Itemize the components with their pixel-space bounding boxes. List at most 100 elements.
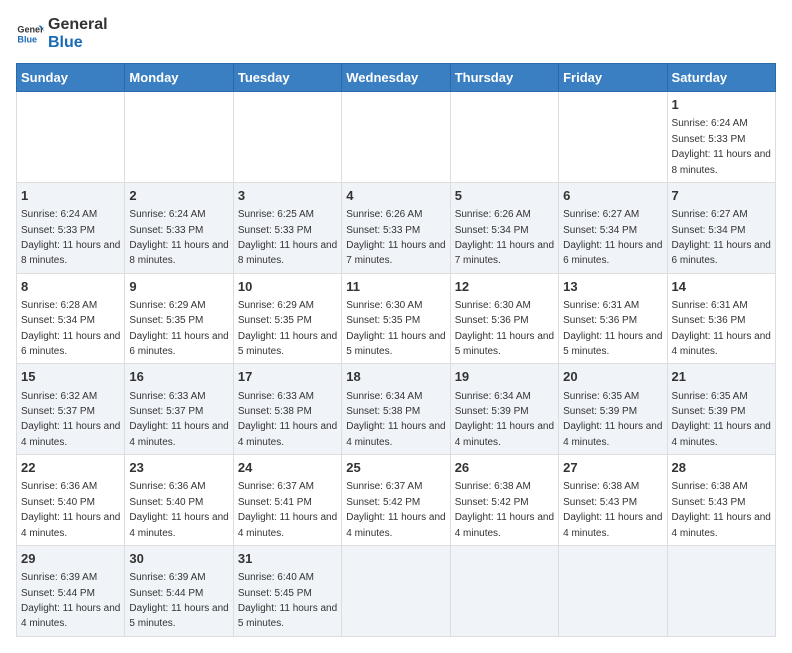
day-number: 10 [238, 278, 337, 296]
day-number: 4 [346, 187, 445, 205]
day-sunset: Sunset: 5:41 PM [238, 497, 312, 508]
day-daylight: Daylight: 11 hours and 4 minutes. [672, 512, 771, 538]
day-number: 25 [346, 459, 445, 477]
day-daylight: Daylight: 11 hours and 5 minutes. [455, 331, 554, 357]
day-sunrise: Sunrise: 6:27 AM [563, 209, 639, 220]
calendar-week-4: 22 Sunrise: 6:36 AM Sunset: 5:40 PM Dayl… [17, 455, 776, 546]
calendar-cell: 28 Sunrise: 6:38 AM Sunset: 5:43 PM Dayl… [667, 455, 775, 546]
day-number: 22 [21, 459, 120, 477]
day-sunrise: Sunrise: 6:26 AM [346, 209, 422, 220]
calendar-cell: 13 Sunrise: 6:31 AM Sunset: 5:36 PM Dayl… [559, 273, 667, 364]
calendar-cell: 5 Sunrise: 6:26 AM Sunset: 5:34 PM Dayli… [450, 182, 558, 273]
day-number: 9 [129, 278, 228, 296]
calendar-cell: 20 Sunrise: 6:35 AM Sunset: 5:39 PM Dayl… [559, 364, 667, 455]
day-number: 7 [672, 187, 771, 205]
day-number: 27 [563, 459, 662, 477]
calendar-cell: 31 Sunrise: 6:40 AM Sunset: 5:45 PM Dayl… [233, 545, 341, 636]
day-sunset: Sunset: 5:34 PM [455, 225, 529, 236]
day-daylight: Daylight: 11 hours and 5 minutes. [238, 603, 337, 629]
day-sunset: Sunset: 5:39 PM [455, 406, 529, 417]
calendar-cell: 29 Sunrise: 6:39 AM Sunset: 5:44 PM Dayl… [17, 545, 125, 636]
day-sunset: Sunset: 5:35 PM [129, 315, 203, 326]
day-daylight: Daylight: 11 hours and 6 minutes. [129, 331, 228, 357]
day-sunrise: Sunrise: 6:38 AM [672, 481, 748, 492]
calendar-cell: 22 Sunrise: 6:36 AM Sunset: 5:40 PM Dayl… [17, 455, 125, 546]
day-sunset: Sunset: 5:33 PM [129, 225, 203, 236]
day-number: 13 [563, 278, 662, 296]
day-daylight: Daylight: 11 hours and 6 minutes. [563, 240, 662, 266]
day-daylight: Daylight: 11 hours and 8 minutes. [21, 240, 120, 266]
day-number: 21 [672, 368, 771, 386]
calendar-cell: 23 Sunrise: 6:36 AM Sunset: 5:40 PM Dayl… [125, 455, 233, 546]
calendar-cell: 15 Sunrise: 6:32 AM Sunset: 5:37 PM Dayl… [17, 364, 125, 455]
day-sunrise: Sunrise: 6:30 AM [455, 300, 531, 311]
day-daylight: Daylight: 11 hours and 6 minutes. [21, 331, 120, 357]
day-sunset: Sunset: 5:33 PM [21, 225, 95, 236]
day-sunset: Sunset: 5:40 PM [21, 497, 95, 508]
calendar-cell: 19 Sunrise: 6:34 AM Sunset: 5:39 PM Dayl… [450, 364, 558, 455]
calendar-cell [342, 92, 450, 183]
calendar-cell [342, 545, 450, 636]
day-sunrise: Sunrise: 6:31 AM [563, 300, 639, 311]
day-number: 1 [672, 96, 771, 114]
day-number: 19 [455, 368, 554, 386]
day-sunset: Sunset: 5:33 PM [346, 225, 420, 236]
day-sunset: Sunset: 5:39 PM [672, 406, 746, 417]
day-sunrise: Sunrise: 6:34 AM [455, 391, 531, 402]
day-sunrise: Sunrise: 6:24 AM [21, 209, 97, 220]
calendar-cell [450, 92, 558, 183]
day-number: 15 [21, 368, 120, 386]
calendar-week-1: 1 Sunrise: 6:24 AM Sunset: 5:33 PM Dayli… [17, 182, 776, 273]
day-number: 1 [21, 187, 120, 205]
day-daylight: Daylight: 11 hours and 4 minutes. [455, 512, 554, 538]
calendar-cell: 12 Sunrise: 6:30 AM Sunset: 5:36 PM Dayl… [450, 273, 558, 364]
day-sunset: Sunset: 5:43 PM [563, 497, 637, 508]
day-number: 8 [21, 278, 120, 296]
day-number: 28 [672, 459, 771, 477]
day-sunset: Sunset: 5:37 PM [129, 406, 203, 417]
day-sunset: Sunset: 5:33 PM [672, 134, 746, 145]
day-daylight: Daylight: 11 hours and 5 minutes. [129, 603, 228, 629]
day-daylight: Daylight: 11 hours and 6 minutes. [672, 240, 771, 266]
day-sunset: Sunset: 5:42 PM [455, 497, 529, 508]
logo-blue: Blue [48, 34, 108, 52]
header-wednesday: Wednesday [342, 64, 450, 92]
day-sunset: Sunset: 5:40 PM [129, 497, 203, 508]
calendar-cell: 14 Sunrise: 6:31 AM Sunset: 5:36 PM Dayl… [667, 273, 775, 364]
day-number: 29 [21, 550, 120, 568]
logo-general: General [48, 16, 108, 34]
day-number: 23 [129, 459, 228, 477]
day-number: 11 [346, 278, 445, 296]
calendar-cell [450, 545, 558, 636]
calendar-week-0: 1 Sunrise: 6:24 AM Sunset: 5:33 PM Dayli… [17, 92, 776, 183]
day-sunrise: Sunrise: 6:35 AM [672, 391, 748, 402]
day-sunset: Sunset: 5:44 PM [21, 588, 95, 599]
calendar-cell [559, 545, 667, 636]
logo-icon: General Blue [16, 20, 44, 48]
logo: General Blue General Blue [16, 16, 108, 51]
day-sunrise: Sunrise: 6:38 AM [455, 481, 531, 492]
day-sunset: Sunset: 5:39 PM [563, 406, 637, 417]
day-daylight: Daylight: 11 hours and 4 minutes. [238, 512, 337, 538]
calendar-cell: 3 Sunrise: 6:25 AM Sunset: 5:33 PM Dayli… [233, 182, 341, 273]
day-sunset: Sunset: 5:38 PM [238, 406, 312, 417]
day-number: 20 [563, 368, 662, 386]
day-sunrise: Sunrise: 6:37 AM [238, 481, 314, 492]
calendar-cell: 6 Sunrise: 6:27 AM Sunset: 5:34 PM Dayli… [559, 182, 667, 273]
day-number: 14 [672, 278, 771, 296]
calendar-cell [233, 92, 341, 183]
day-number: 31 [238, 550, 337, 568]
calendar-cell: 1 Sunrise: 6:24 AM Sunset: 5:33 PM Dayli… [17, 182, 125, 273]
day-daylight: Daylight: 11 hours and 4 minutes. [563, 421, 662, 447]
calendar-header-row: SundayMondayTuesdayWednesdayThursdayFrid… [17, 64, 776, 92]
day-sunrise: Sunrise: 6:33 AM [238, 391, 314, 402]
day-daylight: Daylight: 11 hours and 8 minutes. [238, 240, 337, 266]
header-tuesday: Tuesday [233, 64, 341, 92]
day-sunset: Sunset: 5:36 PM [672, 315, 746, 326]
calendar-cell [559, 92, 667, 183]
day-sunrise: Sunrise: 6:36 AM [21, 481, 97, 492]
calendar-cell: 2 Sunrise: 6:24 AM Sunset: 5:33 PM Dayli… [125, 182, 233, 273]
day-number: 17 [238, 368, 337, 386]
day-number: 24 [238, 459, 337, 477]
day-sunrise: Sunrise: 6:39 AM [129, 572, 205, 583]
